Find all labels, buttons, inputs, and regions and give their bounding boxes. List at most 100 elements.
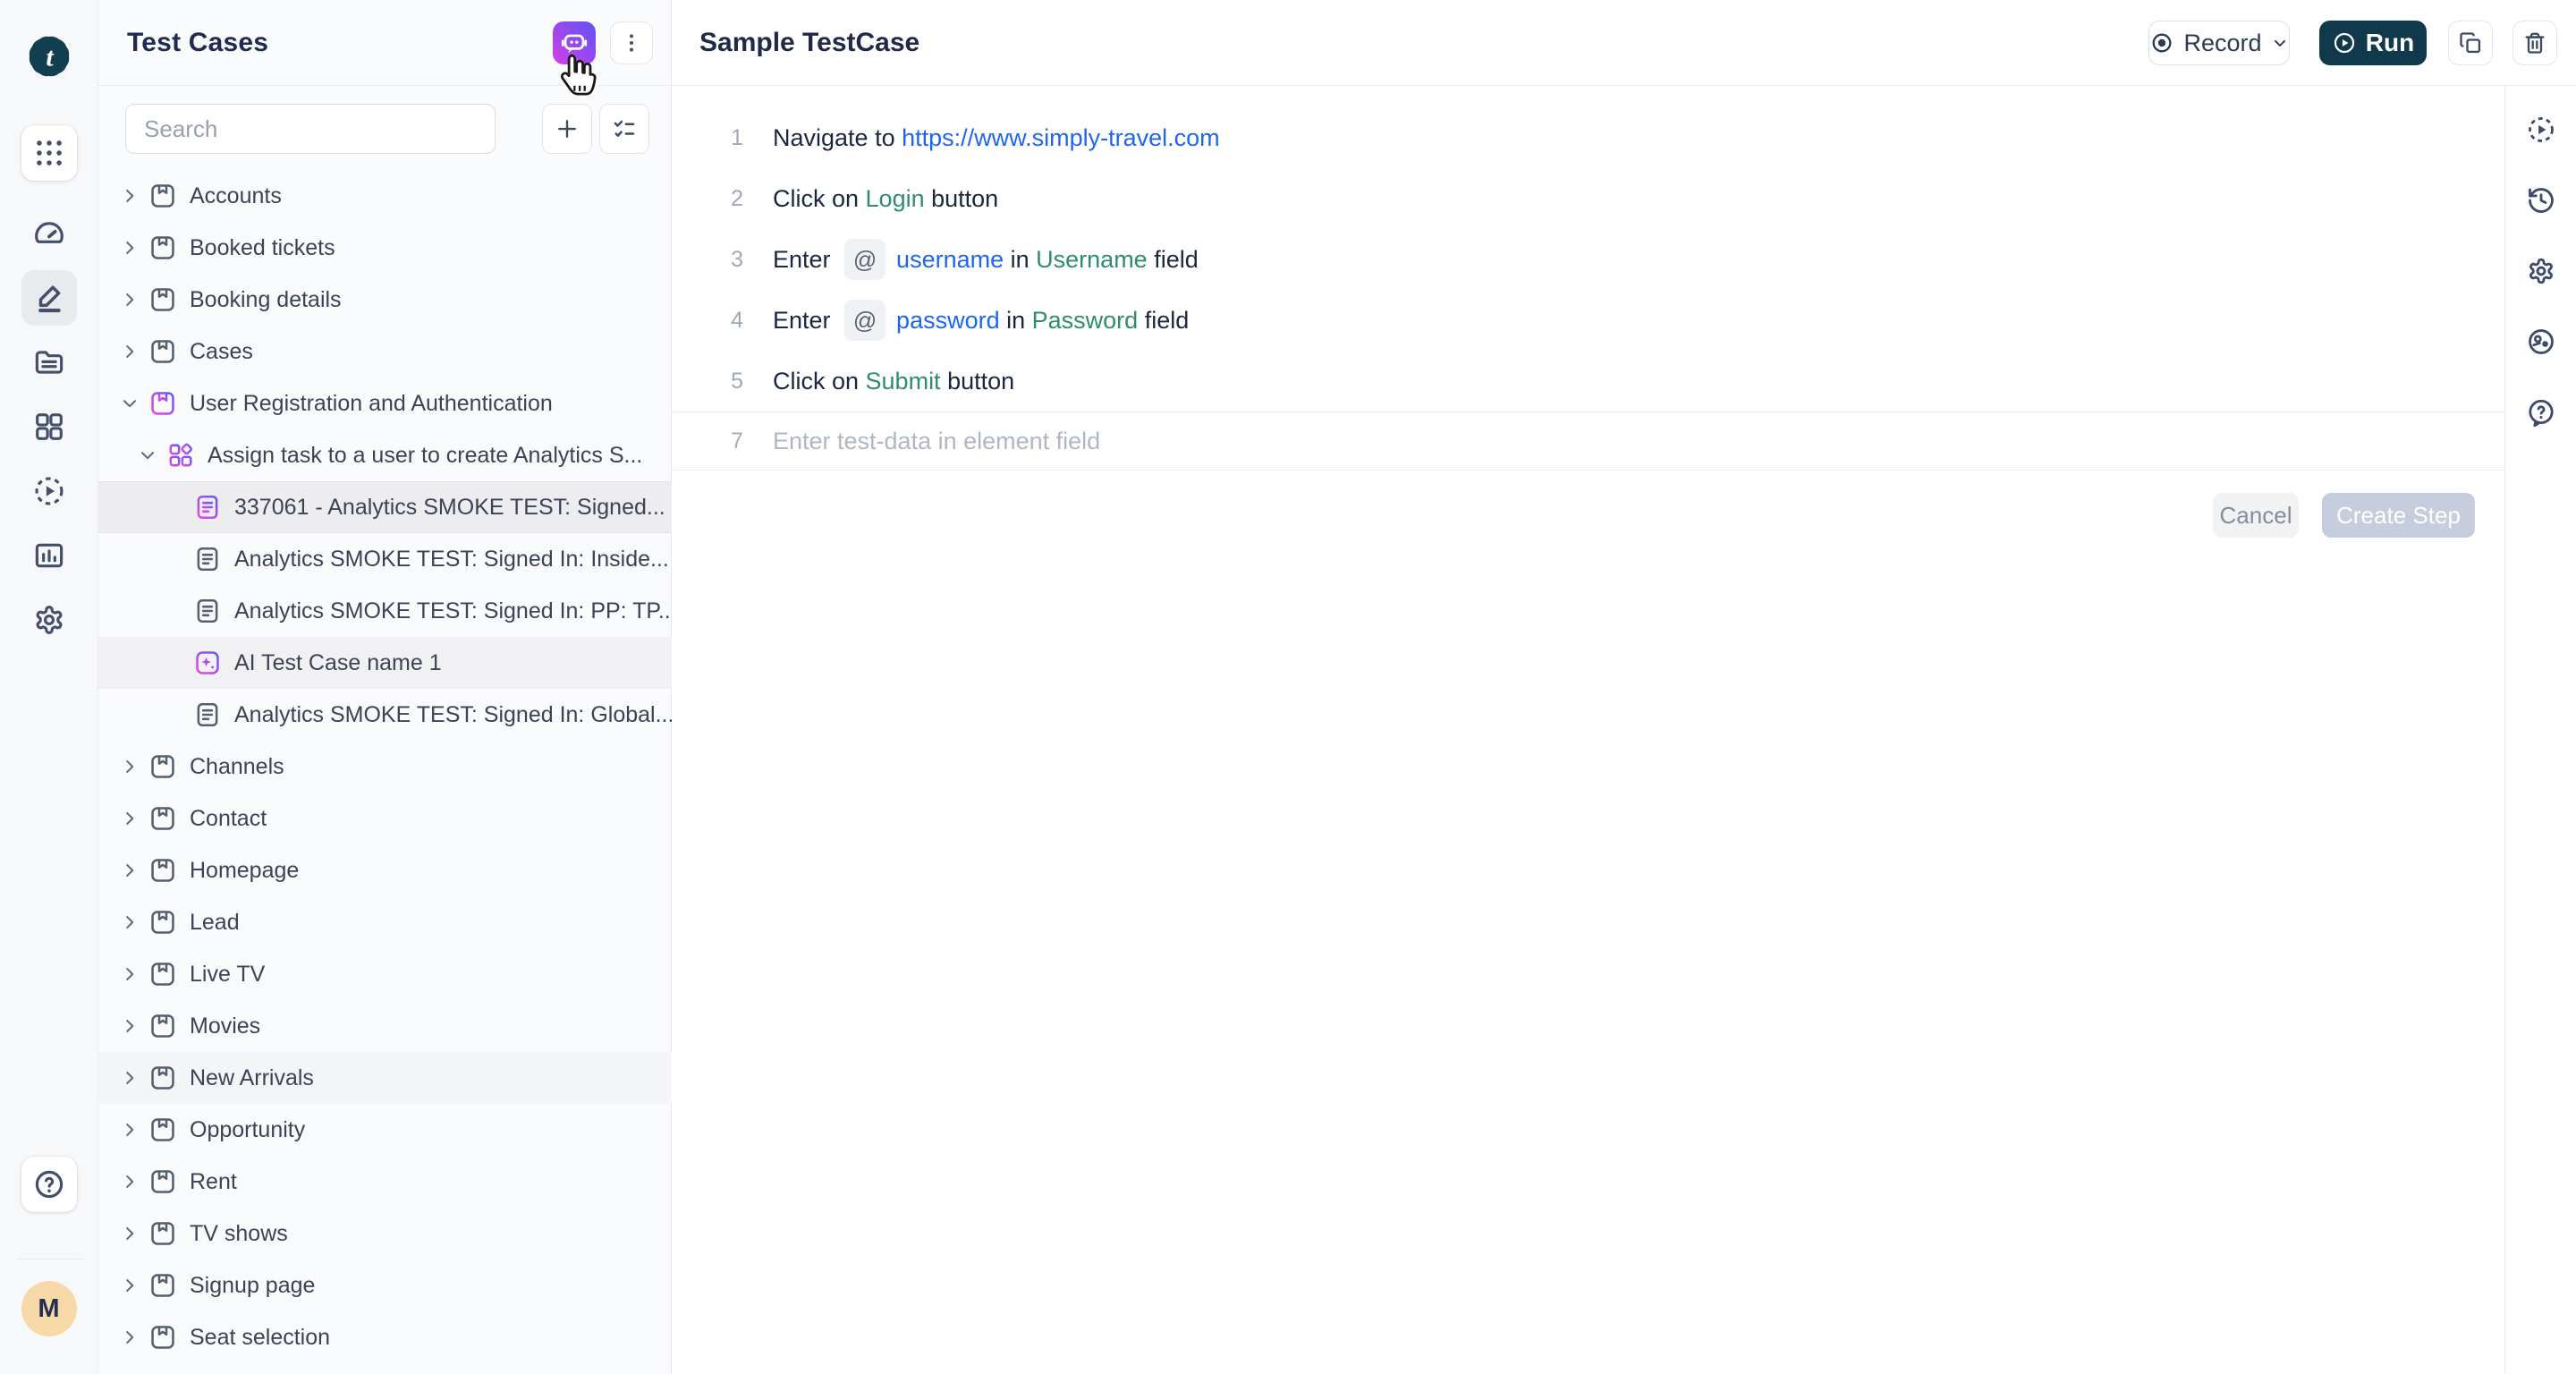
tree-item-icon [148,337,177,366]
help-bubble-icon[interactable] [2526,397,2556,428]
tree-item-icon [148,1271,177,1300]
history-icon[interactable] [2526,185,2556,216]
tree-item-label: Opportunity [190,1117,305,1143]
left-nav-rail: t M [0,0,98,1374]
tree-chevron-icon [165,496,190,518]
tree-row[interactable]: Cases [98,326,672,377]
cancel-button[interactable]: Cancel [2213,493,2299,538]
ai-copilot-button[interactable] [553,21,596,64]
tree-row[interactable]: Homepage [98,844,672,896]
user-avatar[interactable]: M [21,1281,77,1336]
tree-chevron-icon [165,704,190,725]
persona-icon[interactable] [2526,327,2556,357]
step-part-element: Login [866,185,925,213]
tree-row[interactable]: Analytics SMOKE TEST: Signed In: PP: TP.… [98,585,672,637]
editor-header: Sample TestCase Record Run [672,0,2576,86]
tree-row[interactable]: Analytics SMOKE TEST: Signed In: Global.… [98,689,672,741]
apps-grid-icon[interactable] [21,125,77,181]
dashboard-icon[interactable] [21,206,77,261]
test-step-row[interactable]: 3 Enter @username in Username field [672,229,2504,290]
filter-checklist-button[interactable] [599,104,649,154]
editor-pencil-icon[interactable] [21,270,77,326]
tree-row[interactable]: Analytics SMOKE TEST: Signed In: Inside.… [98,533,672,585]
sidebar-more-button[interactable] [610,21,653,64]
tree-chevron-icon [120,341,145,362]
test-step-row[interactable]: 2 Click on Login button [672,168,2504,229]
tree-chevron-icon [120,963,145,985]
tree-item-icon [193,545,222,573]
tree-item-icon [148,233,177,262]
tree-row[interactable]: New Arrivals [98,1052,672,1104]
steps-container: 1 Navigate to https://www.simply-travel.… [672,107,2504,411]
tree-row[interactable]: AI Test Case name 1 [98,637,672,689]
tree-row[interactable]: Booked tickets [98,222,672,274]
tree-row[interactable]: Seat selection [98,1311,672,1363]
tree-row[interactable]: Opportunity [98,1104,672,1156]
tree-chevron-icon [120,185,145,207]
tree-item-label: Accounts [190,183,282,209]
tree-chevron-icon [165,652,190,674]
step-text: Enter @username in Username field [773,239,1199,280]
dry-run-icon[interactable] [2526,114,2556,145]
rail-divider [16,1259,82,1260]
search-input[interactable] [125,104,496,154]
step-part-text: field [1138,307,1189,335]
tree-item-icon [193,700,222,729]
duplicate-button[interactable] [2448,21,2493,65]
run-label: Run [2366,29,2414,57]
tree-chevron-icon [120,1119,145,1141]
tree-row[interactable]: User Registration and Authentication [98,377,672,429]
record-label: Record [2183,30,2261,57]
chat-bot-icon [559,28,589,58]
tree-chevron-icon [120,1171,145,1192]
tree-row[interactable]: Rent [98,1156,672,1208]
tree-row[interactable]: Signup page [98,1260,672,1311]
components-icon[interactable] [21,399,77,454]
record-button[interactable]: Record [2148,21,2290,65]
tree-item-icon [148,1323,177,1352]
tree-row[interactable]: Contact [98,793,672,844]
step-settings-icon[interactable] [2526,256,2556,286]
tree-item-label: Booking details [190,287,342,313]
tree-chevron-icon [120,1275,145,1296]
test-cases-sidebar: Test Cases [98,0,672,1374]
projects-folder-icon[interactable] [21,335,77,390]
reports-icon[interactable] [21,528,77,583]
executions-icon[interactable] [21,463,77,519]
app-logo-icon: t [22,30,76,83]
tree-item-label: Movies [190,1014,260,1039]
delete-button[interactable] [2512,21,2557,65]
tree-item-label: Rent [190,1169,237,1195]
tree-row[interactable]: TV shows [98,1208,672,1260]
step-number: 2 [672,186,743,212]
test-step-row[interactable]: 1 Navigate to https://www.simply-travel.… [672,107,2504,168]
tree-item-icon [148,1219,177,1248]
step-part-text: Click on [773,368,866,395]
tree-row[interactable]: Booking details [98,274,672,326]
tree-item-label: AI Test Case name 1 [234,650,442,676]
add-button[interactable] [542,104,592,154]
help-button[interactable] [21,1157,77,1212]
tree-item-label: Seat selection [190,1325,330,1351]
create-step-button[interactable]: Create Step [2322,493,2475,538]
tree-item-icon [148,908,177,937]
tree-row[interactable]: Assign task to a user to create Analytic… [98,429,672,481]
tree-row[interactable]: Accounts [98,170,672,222]
settings-icon[interactable] [21,592,77,648]
tree-item-label: Lead [190,910,240,936]
tree-item-label: Analytics SMOKE TEST: Signed In: Inside.… [234,547,669,572]
tree-row[interactable]: Movies [98,1000,672,1052]
tree-row[interactable]: Channels [98,741,672,793]
tree-row[interactable]: 337061 - Analytics SMOKE TEST: Signed... [98,481,672,533]
tree-chevron-icon [120,808,145,829]
rail-icon-list [0,125,97,657]
run-button[interactable]: Run [2319,21,2427,65]
tree-row[interactable]: Lead [98,896,672,948]
test-step-row[interactable]: 5 Click on Submit button [672,351,2504,411]
step-part-element: Submit [866,368,941,395]
test-step-row[interactable]: 4 Enter @password in Password field [672,290,2504,351]
tree-item-label: New Arrivals [190,1065,314,1091]
step-part-text: in [1000,307,1032,335]
tree-row[interactable]: Live TV [98,948,672,1000]
new-step-input-row[interactable]: 7 Enter test-data in element field [672,411,2504,471]
